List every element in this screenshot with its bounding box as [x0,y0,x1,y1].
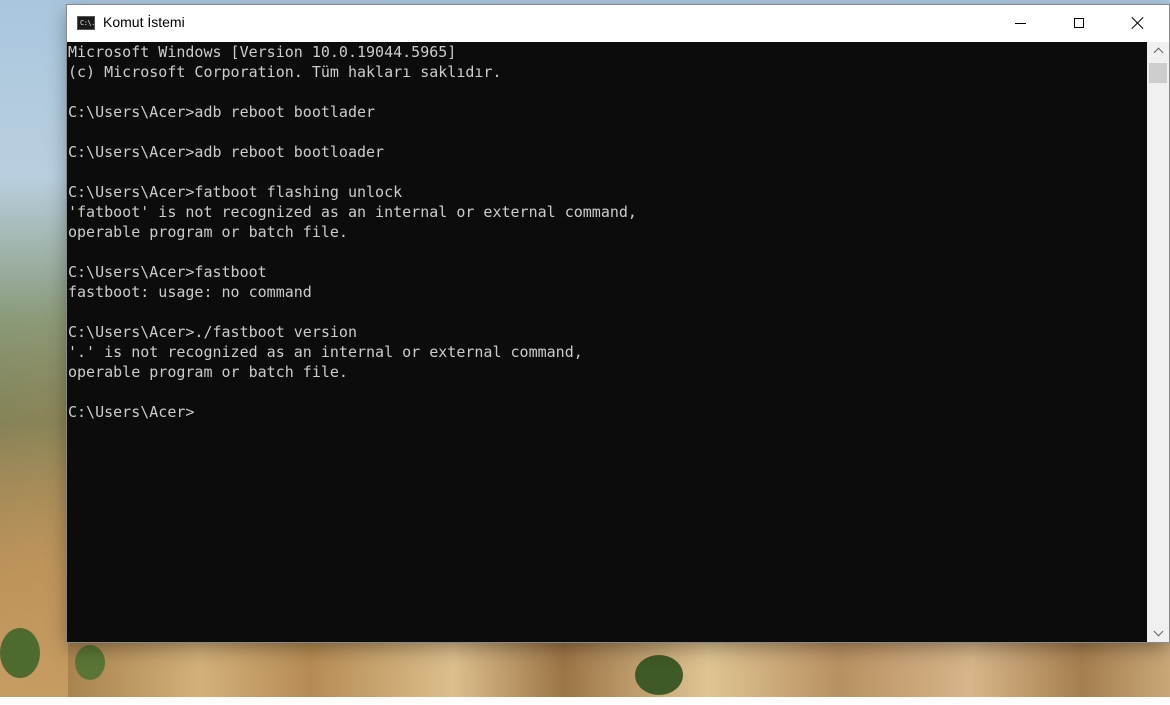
console-line: operable program or batch file. [68,363,348,381]
maximize-button[interactable] [1050,5,1108,41]
console-line: (c) Microsoft Corporation. Tüm hakları s… [68,63,502,81]
console-line: C:\Users\Acer>fastboot [68,263,267,281]
minimize-icon [1014,22,1026,24]
wallpaper-bush [75,645,105,680]
minimize-button[interactable] [991,5,1049,41]
maximize-icon [1074,18,1084,28]
console-line: C:\Users\Acer>./fastboot version [68,323,357,341]
scroll-up-button[interactable] [1147,42,1169,59]
close-icon [1132,17,1144,29]
vertical-scrollbar[interactable] [1147,42,1169,642]
console-line: operable program or batch file. [68,223,348,241]
close-button[interactable] [1109,5,1167,41]
scroll-down-button[interactable] [1147,625,1169,642]
wallpaper-rock-band [68,641,1170,697]
desktop-edge [0,697,1170,705]
console-line: fastboot: usage: no command [68,283,312,301]
cmd-app-icon[interactable]: C:\. [77,16,95,30]
console-line: C:\Users\Acer>adb reboot bootlader [68,103,376,121]
title-bar[interactable]: C:\. Komut İstemi [67,5,1169,42]
scrollbar-thumb[interactable] [1149,63,1167,83]
console-line: C:\Users\Acer>adb reboot bootloader [68,143,385,161]
chevron-down-icon [1153,626,1163,637]
command-prompt-window: C:\. Komut İstemi Microsoft Windows [Ver… [67,5,1169,642]
console-line: 'fatboot' is not recognized as an intern… [68,203,637,221]
console-text: Microsoft Windows [Version 10.0.19044.59… [68,42,637,422]
chevron-up-icon [1153,47,1163,58]
window-title: Komut İstemi [103,14,185,30]
console-line: '.' is not recognized as an internal or … [68,343,583,361]
console-output[interactable]: Microsoft Windows [Version 10.0.19044.59… [67,42,1147,642]
console-line: C:\Users\Acer>fatboot flashing unlock [68,183,403,201]
wallpaper-bush [635,655,683,695]
cmd-app-icon-text: C:\. [80,19,95,27]
wallpaper-bush [0,628,40,678]
console-line: Microsoft Windows [Version 10.0.19044.59… [68,43,457,61]
console-line: C:\Users\Acer> [68,403,195,421]
